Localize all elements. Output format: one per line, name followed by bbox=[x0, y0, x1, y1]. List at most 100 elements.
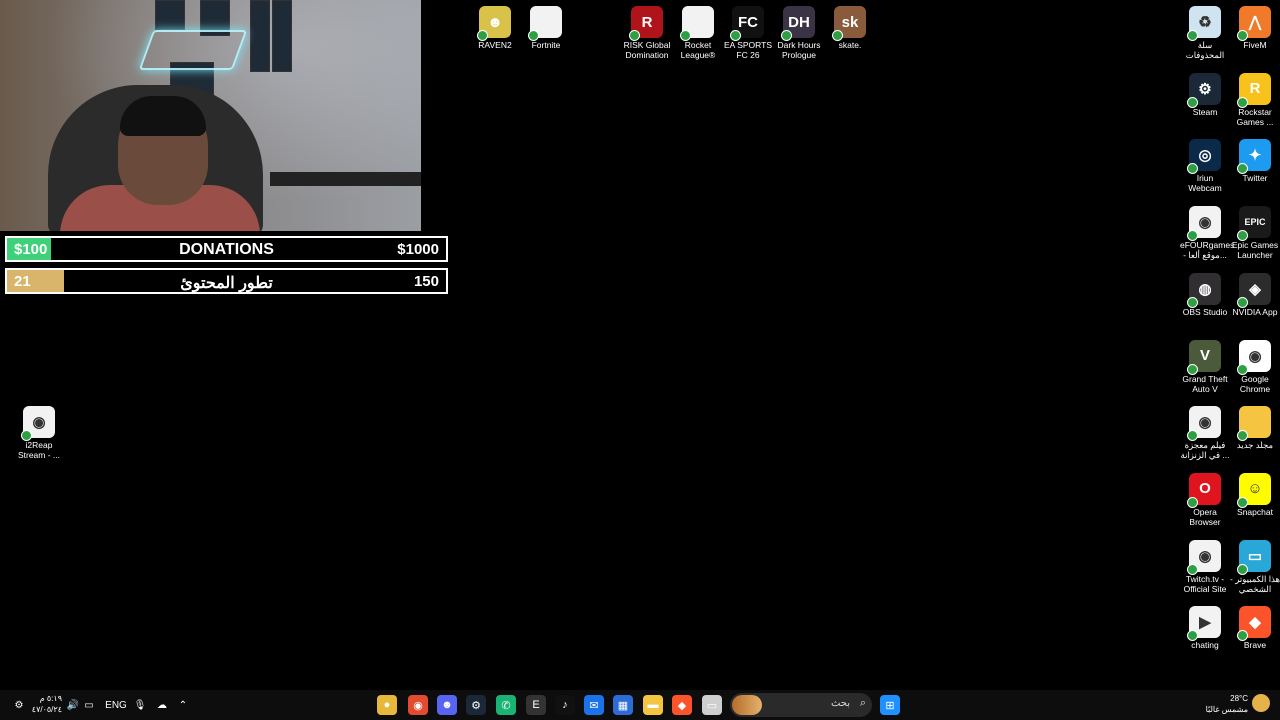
search-placeholder: بحث bbox=[830, 698, 850, 709]
desktop-shortcut-label: Steam bbox=[1192, 106, 1218, 117]
desktop-shortcut[interactable]: ⋀ FiveM bbox=[1230, 6, 1280, 50]
steam-icon: ⚙ bbox=[1187, 72, 1221, 108]
desktop-shortcut[interactable]: ◈ NVIDIA App bbox=[1230, 272, 1280, 317]
sync-check-icon bbox=[477, 30, 488, 41]
desktop-shortcut[interactable]: Fortnite bbox=[521, 6, 571, 50]
this-pc-icon: ▭ bbox=[1237, 539, 1271, 575]
desktop-shortcut[interactable]: مجلد جديد bbox=[1230, 406, 1280, 450]
store-app-icon[interactable]: ▦ bbox=[613, 695, 633, 715]
file-icon bbox=[680, 6, 714, 41]
sync-check-icon bbox=[832, 30, 843, 41]
search-highlight-icon bbox=[732, 695, 762, 715]
desktop-shortcut-label: OBS Studio bbox=[1182, 306, 1228, 317]
raven2-icon: ☻ bbox=[477, 6, 511, 41]
sync-check-icon bbox=[21, 430, 32, 441]
desktop-shortcut[interactable]: ☻ RAVEN2 bbox=[470, 6, 520, 50]
desktop-shortcut[interactable]: ◉ i2Reap Stream - ... bbox=[14, 406, 64, 460]
desktop-shortcut-label: فيلم معجزة في الزنزانة ... bbox=[1180, 440, 1230, 461]
desktop-shortcut[interactable]: ▭ هذا الكمبيوتر - الشخصي bbox=[1230, 539, 1280, 594]
desktop-shortcut[interactable]: ◉ Google Chrome bbox=[1230, 339, 1280, 394]
desktop-shortcut[interactable]: EPIC Epic Games Launcher bbox=[1230, 206, 1280, 260]
desktop-shortcut[interactable]: ✦ Twitter bbox=[1230, 139, 1280, 183]
desktop-shortcut[interactable]: ♻ سلة المحذوفات bbox=[1180, 6, 1230, 60]
sync-check-icon bbox=[680, 30, 691, 41]
taskbar-clock[interactable]: ٥:١٩ م ٤٧/٠٥/٢٤ bbox=[28, 693, 62, 715]
taskbar: ⚙ 🔊 ▭ ENG 🎙 ☁ ⌃ ● ◉ ☻ ⚙ ✆ E ♪ ✉ ▦ ▬ ◆ ▭ بحث ⌕ ⊞ bbox=[0, 690, 1280, 720]
twitter-icon: ✦ bbox=[1237, 139, 1271, 175]
explorer-app-icon[interactable]: ● bbox=[377, 695, 397, 715]
gta-icon: V bbox=[1187, 339, 1221, 375]
desktop-shortcut-label: Rocket League® bbox=[680, 40, 716, 60]
desktop-shortcut[interactable]: DH Dark Hours Prologue bbox=[774, 6, 824, 60]
volume-icon[interactable]: 🔊 bbox=[66, 697, 80, 713]
content-goal-bar: 21 تطور المحتوئ 150 bbox=[5, 268, 448, 294]
folder-icon bbox=[1237, 406, 1271, 442]
desktop-shortcut[interactable]: R Rockstar Games ... bbox=[1230, 72, 1280, 127]
sync-check-icon bbox=[1237, 296, 1248, 308]
desktop-shortcut-label: RISK Global Domination bbox=[623, 40, 671, 60]
desktop-shortcut[interactable]: ☺ Snapchat bbox=[1230, 472, 1280, 517]
desktop-shortcut-label: Rockstar Games ... bbox=[1236, 106, 1274, 127]
desktop-shortcut[interactable]: ◉ Twitch.tv - Official Site bbox=[1180, 539, 1230, 594]
desktop-shortcut-label: Opera Browser bbox=[1189, 506, 1221, 527]
webcam-poster bbox=[250, 0, 270, 72]
window-app-icon[interactable]: ▭ bbox=[702, 695, 722, 715]
steam-app-icon[interactable]: ⚙ bbox=[466, 695, 486, 715]
desktop-shortcut[interactable]: Rocket League® bbox=[673, 6, 723, 60]
desktop-shortcut-label: سلة المحذوفات bbox=[1185, 40, 1225, 60]
desktop-shortcut-label: مجلد جديد bbox=[1236, 440, 1274, 451]
desktop-shortcut[interactable]: ◆ Brave bbox=[1230, 606, 1280, 650]
sync-check-icon bbox=[629, 30, 640, 41]
desktop-shortcut[interactable]: ⚙ Steam bbox=[1180, 72, 1230, 117]
desktop-shortcut-label: NVIDIA App bbox=[1232, 306, 1278, 317]
desktop-shortcut[interactable]: ◉ فيلم معجزة في الزنزانة ... bbox=[1180, 406, 1230, 460]
sync-check-icon bbox=[1187, 30, 1198, 41]
desktop-shortcut[interactable]: ▶ chating bbox=[1180, 606, 1230, 650]
windows-start-icon[interactable]: ⊞ bbox=[880, 695, 900, 715]
desktop-shortcut[interactable]: ◍ OBS Studio bbox=[1180, 272, 1230, 317]
desktop-shortcut[interactable]: O Opera Browser bbox=[1180, 472, 1230, 527]
sync-check-icon bbox=[1187, 496, 1198, 508]
desktop-shortcut[interactable]: sk skate. bbox=[825, 6, 875, 50]
sync-check-icon bbox=[1187, 563, 1198, 575]
chevron-up-icon[interactable]: ⌃ bbox=[176, 697, 190, 713]
weather-widget[interactable]: 28°C مشمس غالبًا bbox=[1200, 693, 1248, 715]
webcam-icon: ◎ bbox=[1187, 139, 1221, 175]
webcam-mic-arm bbox=[270, 172, 421, 186]
fivem-icon: ⋀ bbox=[1237, 6, 1271, 41]
desktop-shortcut[interactable]: ◉ eFOURgames - موقع ألعا... bbox=[1180, 206, 1234, 260]
whatsapp-app-icon[interactable]: ✆ bbox=[496, 695, 516, 715]
donations-title: DONATIONS bbox=[179, 241, 274, 258]
chrome-app-icon[interactable]: ◉ bbox=[408, 695, 428, 715]
chrome-file-icon: ◉ bbox=[21, 406, 55, 441]
sync-check-icon bbox=[1237, 30, 1248, 41]
file-explorer-app-icon[interactable]: ▬ bbox=[643, 695, 663, 715]
desktop-shortcut[interactable]: V Grand Theft Auto V bbox=[1180, 339, 1230, 394]
weather-temperature: 28°C bbox=[1230, 694, 1248, 703]
desktop-shortcut[interactable]: FC EA SPORTS FC 26 bbox=[723, 6, 773, 60]
donations-bar: $100 DONATIONS $1000 bbox=[5, 236, 448, 262]
language-indicator[interactable]: ENG bbox=[104, 697, 128, 713]
onedrive-icon[interactable]: ☁ bbox=[154, 697, 170, 713]
obs-icon: ◍ bbox=[1187, 272, 1221, 308]
sync-check-icon bbox=[1237, 363, 1248, 375]
sync-check-icon bbox=[1187, 296, 1198, 308]
desktop-shortcut[interactable]: ◎ Iriun Webcam bbox=[1180, 139, 1230, 193]
webcam-person-hair bbox=[120, 96, 206, 136]
nvidia-icon: ◈ bbox=[1237, 272, 1271, 308]
desktop-shortcut[interactable]: R RISK Global Domination bbox=[622, 6, 672, 60]
sync-check-icon bbox=[528, 30, 539, 41]
desktop-shortcut-label: Snapchat bbox=[1237, 506, 1273, 517]
outlook-app-icon[interactable]: ✉ bbox=[584, 695, 604, 715]
webcam-poster bbox=[272, 0, 292, 72]
settings-tray-icon[interactable]: ⚙ bbox=[12, 697, 26, 713]
brave-app-icon[interactable]: ◆ bbox=[672, 695, 692, 715]
epic-app-icon[interactable]: E bbox=[526, 695, 546, 715]
microphone-icon[interactable]: 🎙 bbox=[134, 697, 147, 713]
risk-icon: R bbox=[629, 6, 663, 41]
tiktok-app-icon[interactable]: ♪ bbox=[555, 695, 575, 715]
search-box[interactable]: بحث ⌕ bbox=[730, 693, 872, 717]
network-icon[interactable]: ▭ bbox=[82, 697, 96, 713]
chrome-file-icon: ◉ bbox=[1187, 206, 1221, 242]
discord-app-icon[interactable]: ☻ bbox=[437, 695, 457, 715]
